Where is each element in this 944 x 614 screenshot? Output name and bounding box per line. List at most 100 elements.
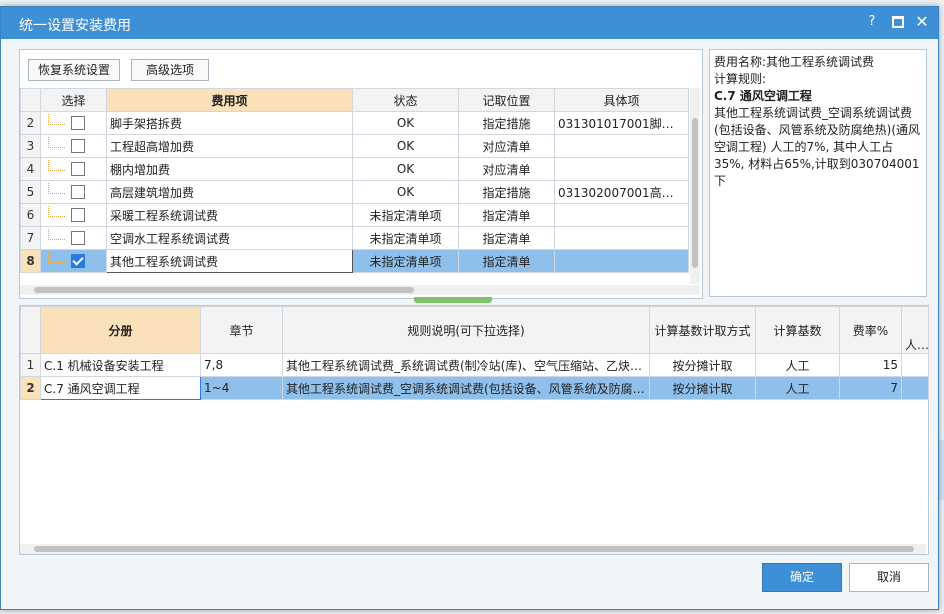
header-fee-item[interactable]: 费用项 — [106, 88, 353, 112]
splitter-handle[interactable] — [414, 297, 492, 303]
base-cell[interactable]: 人工 — [755, 353, 840, 377]
fee-items-table: 选择 费用项 状态 记取位置 具体项 2 脚手架搭拆费 OK 指定措施 0313… — [20, 88, 689, 273]
fee-detail[interactable] — [554, 203, 689, 227]
row-checkbox[interactable] — [71, 139, 85, 154]
close-button[interactable]: ✕ — [913, 13, 931, 31]
fee-detail[interactable] — [554, 249, 689, 273]
header-base[interactable]: 计算基数 — [755, 306, 840, 354]
fee-status: OK — [352, 180, 459, 204]
upper-vertical-scrollbar[interactable] — [690, 88, 700, 284]
fee-name[interactable]: 棚内增加费 — [106, 157, 353, 181]
row-number: 3 — [20, 134, 41, 158]
fee-position[interactable]: 指定清单 — [458, 203, 555, 227]
rate-cell[interactable]: 7 — [839, 376, 902, 400]
maximize-icon — [892, 16, 904, 28]
header-position[interactable]: 记取位置 — [458, 88, 555, 112]
fee-position[interactable]: 对应清单 — [458, 134, 555, 158]
row-checkbox[interactable] — [71, 116, 85, 131]
tree-line-icon — [48, 113, 65, 125]
fee-position[interactable]: 指定清单 — [458, 249, 555, 273]
row-checkbox[interactable] — [71, 208, 85, 223]
rule-cell[interactable]: 其他工程系统调试费_系统调试费(制冷站(库)、空气压缩站、乙炔… — [282, 353, 650, 377]
fee-position[interactable]: 指定措施 — [458, 180, 555, 204]
title-bar: 统一设置安装费用 ? ✕ — [1, 7, 938, 39]
table-row[interactable]: 3 工程超高增加费 OK 对应清单 — [20, 134, 689, 158]
header-rule[interactable]: 规则说明(可下拉选择) — [282, 306, 650, 354]
fee-name[interactable]: 采暖工程系统调试费 — [106, 203, 353, 227]
row-number: 5 — [20, 180, 41, 204]
row-number: 4 — [20, 157, 41, 181]
header-status[interactable]: 状态 — [352, 88, 459, 112]
table-row[interactable]: 6 采暖工程系统调试费 未指定清单项 指定清单 — [20, 203, 689, 227]
labor-cell[interactable] — [901, 376, 929, 400]
header-book[interactable]: 分册 — [40, 306, 201, 354]
table-row[interactable]: 2 脚手架搭拆费 OK 指定措施 031301017001脚手架搭拆 — [20, 111, 689, 135]
table-row[interactable]: 1 C.1 机械设备安装工程 7,8 其他工程系统调试费_系统调试费(制冷站(库… — [20, 353, 929, 377]
method-cell[interactable]: 按分摊计取 — [649, 353, 756, 377]
fee-status: 未指定清单项 — [352, 249, 459, 273]
row-checkbox[interactable] — [71, 231, 85, 246]
fee-name[interactable]: 工程超高增加费 — [106, 134, 353, 158]
rule-title: C.7 通风空调工程 — [714, 89, 812, 103]
fee-detail[interactable] — [554, 134, 689, 158]
fee-items-panel: 恢复系统设置 高级选项 选择 费用项 状态 记取位置 具体项 2 脚手架搭拆费 … — [19, 49, 703, 299]
ok-button[interactable]: 确定 — [762, 563, 842, 592]
rate-cell[interactable]: 15 — [839, 353, 902, 377]
header-rate[interactable]: 费率% — [839, 306, 902, 354]
header-labor[interactable]: 人工 — [901, 306, 929, 354]
book-cell[interactable]: C.1 机械设备安装工程 — [40, 353, 201, 377]
scrollbar-thumb[interactable] — [692, 118, 698, 268]
row-checkbox[interactable] — [71, 185, 85, 200]
fee-position[interactable]: 指定措施 — [458, 111, 555, 135]
chapter-cell[interactable]: 7,8 — [200, 353, 283, 377]
rules-table: 分册 章节 规则说明(可下拉选择) 计算基数计取方式 计算基数 费率% 人工 1… — [20, 306, 929, 400]
tree-line-icon — [48, 228, 65, 240]
scrollbar-thumb[interactable] — [34, 546, 914, 552]
select-cell — [40, 111, 107, 135]
help-button[interactable]: ? — [863, 13, 881, 31]
fee-position[interactable]: 对应清单 — [458, 157, 555, 181]
fee-status: 未指定清单项 — [352, 226, 459, 250]
table-row-selected[interactable]: 2 C.7 通风空调工程 1~4 其他工程系统调试费_空调系统调试费(包括设备、… — [20, 376, 929, 400]
maximize-button[interactable] — [889, 13, 907, 31]
base-cell[interactable]: 人工 — [755, 376, 840, 400]
header-select[interactable]: 选择 — [40, 88, 107, 112]
fee-position[interactable]: 指定清单 — [458, 226, 555, 250]
header-rownum — [20, 306, 41, 354]
table-row[interactable]: 5 高层建筑增加费 OK 指定措施 031302007001高层施工增 — [20, 180, 689, 204]
chapter-cell[interactable]: 1~4 — [200, 376, 283, 400]
header-detail[interactable]: 具体项 — [554, 88, 689, 112]
labor-cell[interactable] — [901, 353, 929, 377]
row-checkbox[interactable] — [71, 162, 85, 177]
upper-horizontal-scrollbar[interactable] — [20, 285, 700, 295]
table-row[interactable]: 4 棚内增加费 OK 对应清单 — [20, 157, 689, 181]
lower-horizontal-scrollbar[interactable] — [20, 544, 926, 554]
fee-detail[interactable] — [554, 226, 689, 250]
scrollbar-thumb[interactable] — [34, 287, 414, 293]
row-checkbox-checked[interactable] — [71, 254, 85, 269]
fee-status: OK — [352, 157, 459, 181]
fee-name[interactable]: 空调水工程系统调试费 — [106, 226, 353, 250]
table-row-selected[interactable]: 8 其他工程系统调试费 未指定清单项 指定清单 — [20, 249, 689, 273]
book-cell[interactable]: C.7 通风空调工程 — [40, 376, 201, 400]
fee-items-header-row: 选择 费用项 状态 记取位置 具体项 — [20, 88, 689, 112]
fee-name[interactable]: 脚手架搭拆费 — [106, 111, 353, 135]
advanced-options-button[interactable]: 高级选项 — [131, 59, 209, 81]
select-cell — [40, 134, 107, 158]
header-chapter[interactable]: 章节 — [200, 306, 283, 354]
row-number: 2 — [20, 376, 41, 400]
fee-name[interactable]: 高层建筑增加费 — [106, 180, 353, 204]
header-method[interactable]: 计算基数计取方式 — [649, 306, 756, 354]
fee-detail[interactable]: 031301017001脚手架搭拆 — [554, 111, 689, 135]
table-row[interactable]: 7 空调水工程系统调试费 未指定清单项 指定清单 — [20, 226, 689, 250]
select-cell — [40, 226, 107, 250]
restore-system-settings-button[interactable]: 恢复系统设置 — [28, 59, 120, 81]
tree-line-icon — [48, 159, 65, 171]
rule-cell[interactable]: 其他工程系统调试费_空调系统调试费(包括设备、风管系统及防腐… — [282, 376, 650, 400]
cancel-button[interactable]: 取消 — [849, 563, 929, 592]
fee-detail[interactable] — [554, 157, 689, 181]
fee-name[interactable]: 其他工程系统调试费 — [106, 249, 353, 273]
row-number: 1 — [20, 353, 41, 377]
method-cell[interactable]: 按分摊计取 — [649, 376, 756, 400]
fee-detail[interactable]: 031302007001高层施工增 — [554, 180, 689, 204]
